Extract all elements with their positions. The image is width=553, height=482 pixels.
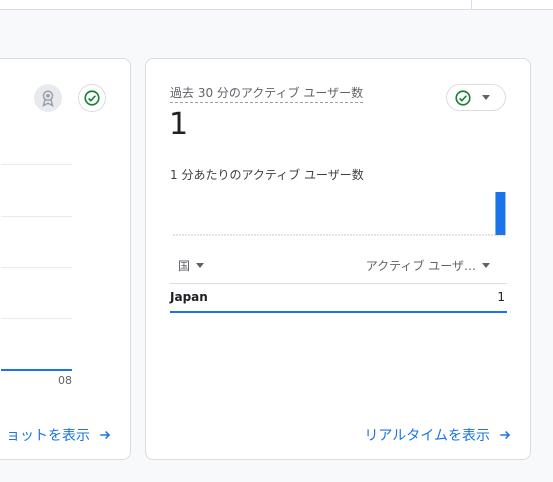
ribbon-icon	[42, 90, 54, 107]
chevron-down-icon	[196, 263, 205, 268]
per-minute-bar-chart	[173, 192, 506, 236]
check-circle-icon	[455, 89, 471, 106]
view-snapshot-label: ョットを表示	[6, 428, 90, 444]
chart-gridline	[1, 267, 72, 268]
chart-gridline	[1, 318, 72, 319]
per-minute-label: 1 分あたりのアクティブ ユーザー数	[170, 168, 364, 182]
table-row[interactable]: Japan 1	[170, 284, 507, 313]
metric-value: 1	[169, 107, 189, 142]
row-users: 1	[497, 290, 505, 304]
chart-gridline	[1, 164, 72, 165]
column-header-active-users[interactable]: アクティブ ユーザ…	[366, 257, 490, 274]
view-realtime-link[interactable]: リアルタイムを表示	[364, 425, 512, 445]
x-axis-tick: 08	[58, 374, 72, 387]
column-header-country[interactable]: 国	[178, 257, 205, 274]
top-bar	[0, 0, 553, 10]
award-badge-icon[interactable]	[34, 84, 62, 112]
column-header-users-label: アクティブ ユーザ…	[365, 259, 476, 273]
realtime-card: 過去 30 分のアクティブ ユーザー数 1 1 分あたりのアクティブ ユーザー数…	[145, 58, 531, 460]
chart-gridline	[1, 216, 72, 217]
top-bar-divider	[471, 0, 472, 9]
row-country: Japan	[170, 290, 208, 304]
chart-line	[1, 369, 72, 371]
chevron-down-icon	[482, 95, 490, 100]
left-card: 08 ョットを表示	[0, 58, 131, 460]
column-header-country-label: 国	[178, 259, 191, 273]
arrow-right-icon	[498, 428, 512, 442]
view-snapshot-link[interactable]: ョットを表示	[6, 425, 112, 445]
row-share-bar	[170, 311, 507, 313]
arrow-right-icon	[98, 428, 112, 442]
view-realtime-label: リアルタイムを表示	[364, 428, 490, 444]
spark-bar[interactable]	[495, 192, 506, 235]
status-dropdown[interactable]	[446, 84, 506, 111]
metric-label[interactable]: 過去 30 分のアクティブ ユーザー数	[170, 84, 364, 103]
check-circle-icon	[84, 90, 100, 106]
chevron-down-icon	[482, 263, 490, 268]
status-check-button[interactable]	[78, 84, 106, 112]
